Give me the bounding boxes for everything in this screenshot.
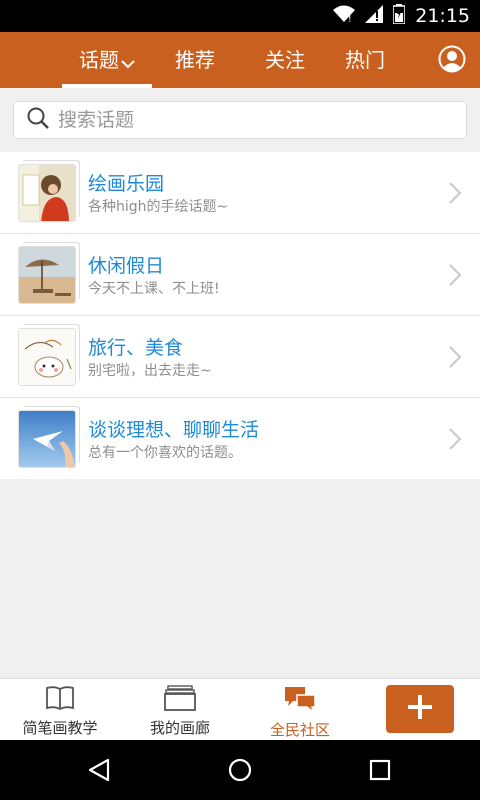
topic-row[interactable]: 谈谈理想、聊聊生活 总有一个你喜欢的话题。	[0, 398, 480, 479]
search-icon	[26, 106, 50, 134]
topic-title: 谈谈理想、聊聊生活	[88, 419, 260, 441]
tab-follow[interactable]: 关注	[250, 32, 320, 88]
topic-row[interactable]: 旅行、美食 别宅啦，出去走走~	[0, 316, 480, 398]
system-nav-bar	[0, 740, 480, 800]
wifi-icon: !	[333, 5, 356, 27]
bottom-nav-label: 全民社区	[269, 721, 330, 739]
battery-icon	[392, 4, 406, 28]
topic-desc: 别宅啦，出去走走~	[88, 363, 212, 379]
svg-text:!: !	[348, 15, 352, 23]
search-input[interactable]	[58, 109, 438, 131]
add-button[interactable]	[386, 685, 454, 733]
topic-desc: 各种high的手绘话题~	[88, 199, 229, 215]
topic-title: 绘画乐园	[88, 173, 165, 195]
top-nav: 话题 推荐 关注 热门	[0, 32, 480, 88]
tab-hot[interactable]: 热门	[330, 32, 400, 88]
tab-recommend[interactable]: 推荐	[160, 32, 230, 88]
user-avatar-icon[interactable]	[438, 45, 466, 73]
tab-topics-label: 话题	[79, 48, 119, 72]
topic-list: 绘画乐园 各种high的手绘话题~ 休闲假日 今天不上课、不上班! 旅行、美食 …	[0, 152, 480, 479]
back-icon[interactable]	[86, 756, 114, 784]
search-box[interactable]	[13, 101, 467, 139]
plus-icon	[407, 694, 433, 724]
bottom-nav-label: 我的画廊	[149, 719, 210, 737]
home-icon[interactable]	[226, 756, 254, 784]
chevron-right-icon	[448, 427, 462, 451]
paper-plane-sky-image	[18, 410, 76, 468]
bottom-nav-tutorial[interactable]: 简笔画教学	[18, 679, 102, 741]
signal-icon	[365, 5, 384, 27]
chat-bubbles-icon	[260, 685, 340, 717]
chevron-right-icon	[448, 345, 462, 369]
bottom-nav-gallery[interactable]: 我的画廊	[140, 679, 220, 741]
topic-row[interactable]: 休闲假日 今天不上课、不上班!	[0, 234, 480, 316]
topic-title: 旅行、美食	[88, 337, 184, 359]
bottom-nav: 简笔画教学 我的画廊 全民社区	[0, 678, 480, 740]
chevron-right-icon	[448, 263, 462, 287]
beach-umbrella-image	[18, 246, 76, 304]
chevron-right-icon	[448, 181, 462, 205]
gallery-icon	[140, 685, 220, 715]
recent-apps-icon[interactable]	[366, 756, 394, 784]
book-icon	[18, 685, 102, 715]
bottom-nav-community[interactable]: 全民社区	[260, 679, 340, 741]
topic-row[interactable]: 绘画乐园 各种high的手绘话题~	[0, 152, 480, 234]
girl-painting-image	[18, 164, 76, 222]
bottom-nav-label: 简笔画教学	[22, 719, 98, 737]
chevron-down-icon	[121, 34, 135, 90]
status-time: 21:15	[415, 5, 470, 27]
topic-title: 休闲假日	[88, 255, 165, 277]
tab-topics[interactable]: 话题	[62, 32, 152, 88]
topic-desc: 总有一个你喜欢的话题。	[88, 445, 242, 461]
status-bar: ! 21:15	[0, 0, 480, 32]
topic-desc: 今天不上课、不上班!	[88, 281, 220, 297]
doodle-food-image	[18, 328, 76, 386]
search-area	[0, 88, 480, 152]
